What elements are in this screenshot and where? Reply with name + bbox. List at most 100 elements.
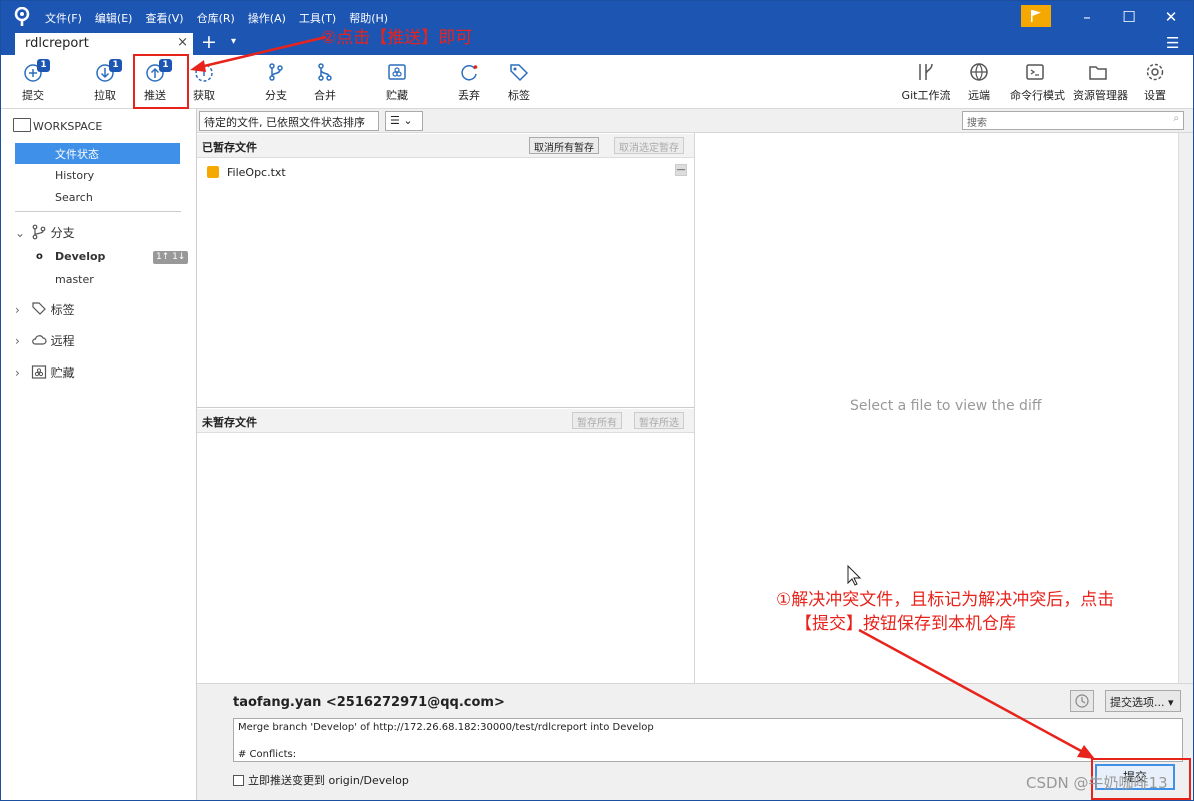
branch-develop[interactable]: Develop <box>55 250 105 263</box>
globe-icon <box>970 63 988 81</box>
stash-toolbar-button[interactable]: 贮藏 <box>372 59 422 105</box>
sidebar-item-history[interactable]: History <box>15 166 180 187</box>
tag-icon <box>510 64 529 82</box>
sort-dropdown[interactable]: 待定的文件, 已依照文件状态排序 ⌄ <box>199 111 379 143</box>
staged-file-row[interactable]: FileOpc.txt <box>207 166 286 179</box>
menu-edit[interactable]: 编辑(E) <box>95 10 133 26</box>
tag-label: 标签 <box>508 89 530 102</box>
modified-file-icon <box>207 166 219 178</box>
close-window-button[interactable]: ✕ <box>1161 7 1181 27</box>
staged-title: 已暂存文件 <box>202 141 257 154</box>
unstaged-files-pane: 未暂存文件 暂存所有 暂存所选 <box>197 409 694 683</box>
commit-toolbar-button[interactable]: 1 提交 <box>8 59 58 105</box>
chevron-down-icon: ⌄ <box>15 226 26 240</box>
tags-label: 标签 <box>50 303 75 317</box>
settings-label: 设置 <box>1144 89 1166 102</box>
pull-count-badge: 1 <box>109 59 122 72</box>
unstaged-title: 未暂存文件 <box>202 416 257 429</box>
gitflow-icon <box>919 63 933 80</box>
sidebar-item-search[interactable]: Search <box>15 188 180 209</box>
sidebar-group-stashes[interactable]: › 贮藏 <box>15 364 75 381</box>
ahead-behind-badge: 1↑ 1↓ <box>153 251 189 264</box>
pull-label: 拉取 <box>94 89 116 102</box>
chevron-right-icon: › <box>15 303 20 317</box>
terminal-icon <box>1026 64 1044 80</box>
branch-master[interactable]: master <box>55 273 94 286</box>
gear-icon <box>1146 63 1164 81</box>
commit-author: taofang.yan <2516272971@qq.com> <box>233 695 505 710</box>
search-placeholder: 搜索 <box>967 118 987 129</box>
remotes-label: 远程 <box>50 334 75 348</box>
search-icon: ⌕ <box>1173 113 1179 124</box>
stash-icon <box>388 64 406 80</box>
merge-label: 合并 <box>314 89 336 102</box>
menu-actions[interactable]: 操作(A) <box>248 10 286 26</box>
unstage-file-icon[interactable]: — <box>675 164 687 176</box>
sidebar-item-file-status[interactable]: 文件状态 <box>15 143 180 164</box>
staged-file-name: FileOpc.txt <box>227 166 286 179</box>
tab-bar: rdlcreport × + ▾ ☰ <box>1 31 1193 55</box>
sort-dropdown-value: 待定的文件, 已依照文件状态排序 <box>204 116 365 129</box>
sidebar-group-tags[interactable]: › 标签 <box>15 301 75 318</box>
remote-toolbar-button[interactable]: 远端 <box>954 59 1004 105</box>
branch-icon <box>32 224 46 240</box>
minimize-button[interactable]: – <box>1077 7 1097 27</box>
diff-placeholder: Select a file to view the diff <box>850 398 1042 414</box>
csdn-watermark: CSDN @牛奶咖啡13 <box>1026 774 1168 792</box>
search-input[interactable]: 搜索 ⌕ <box>962 111 1184 130</box>
unstage-all-button[interactable]: 取消所有暂存 <box>529 137 599 154</box>
settings-toolbar-button[interactable]: 设置 <box>1130 59 1180 105</box>
menu-file[interactable]: 文件(F) <box>45 10 82 26</box>
unstaged-header: 未暂存文件 暂存所有 暂存所选 <box>197 409 694 433</box>
menu-view[interactable]: 查看(V) <box>145 10 183 26</box>
view-mode-dropdown[interactable]: ☰ ⌄ <box>385 111 423 131</box>
sidebar: WORKSPACE 文件状态 History Search ⌄ 分支 o Dev… <box>1 109 197 800</box>
branches-label: 分支 <box>50 226 75 240</box>
commit-options-dropdown[interactable]: 提交选项... ▾ <box>1105 690 1181 712</box>
chevron-right-icon: › <box>15 366 20 380</box>
chevron-right-icon: › <box>15 334 20 348</box>
hamburger-menu-icon[interactable]: ☰ <box>1166 34 1179 52</box>
mouse-cursor-icon <box>847 565 862 586</box>
tab-rdlcreport[interactable]: rdlcreport × <box>15 33 193 55</box>
stashes-label: 贮藏 <box>50 366 75 380</box>
title-bar: 文件(F) 编辑(E) 查看(V) 仓库(R) 操作(A) 工具(T) 帮助(H… <box>1 1 1193 33</box>
filter-bar: 待定的文件, 已依照文件状态排序 ⌄ ☰ ⌄ 搜索 ⌕ <box>197 109 1193 143</box>
current-branch-icon: o <box>36 251 43 262</box>
pull-toolbar-button[interactable]: 1 拉取 <box>80 59 130 105</box>
flag-button[interactable] <box>1021 5 1051 27</box>
menu-repository[interactable]: 仓库(R) <box>197 10 235 26</box>
maximize-button[interactable]: ☐ <box>1119 7 1139 27</box>
push-highlight-box <box>133 54 189 109</box>
folder-icon <box>1089 66 1107 80</box>
stage-selected-button[interactable]: 暂存所选 <box>634 412 684 429</box>
push-arrow-icon <box>190 35 327 72</box>
terminal-toolbar-button[interactable]: 命令行模式 <box>1010 59 1065 105</box>
explorer-toolbar-button[interactable]: 资源管理器 <box>1073 59 1128 105</box>
sidebar-group-remotes[interactable]: › 远程 <box>15 332 75 349</box>
sidebar-group-branches[interactable]: ⌄ 分支 <box>15 224 75 241</box>
discard-toolbar-button[interactable]: 丢弃 <box>444 59 494 105</box>
tag-toolbar-button[interactable]: 标签 <box>494 59 544 105</box>
discard-icon <box>461 65 478 81</box>
push-immediately-checkbox[interactable]: 立即推送变更到 origin/Develop <box>233 772 409 788</box>
stash-icon <box>31 365 46 379</box>
list-view-icon: ☰ <box>390 114 400 127</box>
sourcetree-logo-icon <box>14 7 30 26</box>
stage-all-button[interactable]: 暂存所有 <box>572 412 622 429</box>
vertical-scrollbar[interactable] <box>1178 133 1193 683</box>
checkbox-icon <box>233 775 244 786</box>
discard-label: 丢弃 <box>458 89 480 102</box>
commit-arrow-icon <box>858 628 1095 759</box>
push-annotation: ②点击【推送】即可 <box>321 28 473 48</box>
push-immediately-label: 立即推送变更到 origin/Develop <box>248 774 409 787</box>
staged-files-pane: 已暂存文件 取消所有暂存 取消选定暂存 FileOpc.txt — <box>197 134 694 408</box>
gitflow-toolbar-button[interactable]: Git工作流 <box>901 59 951 105</box>
commit-label: 提交 <box>22 89 44 102</box>
staged-header: 已暂存文件 取消所有暂存 取消选定暂存 <box>197 134 694 158</box>
workspace-heading: WORKSPACE <box>33 120 103 133</box>
terminal-label: 命令行模式 <box>1010 89 1065 102</box>
unstage-selected-button[interactable]: 取消选定暂存 <box>614 137 684 154</box>
branch-label: 分支 <box>265 89 287 102</box>
tab-label: rdlcreport <box>25 36 89 51</box>
